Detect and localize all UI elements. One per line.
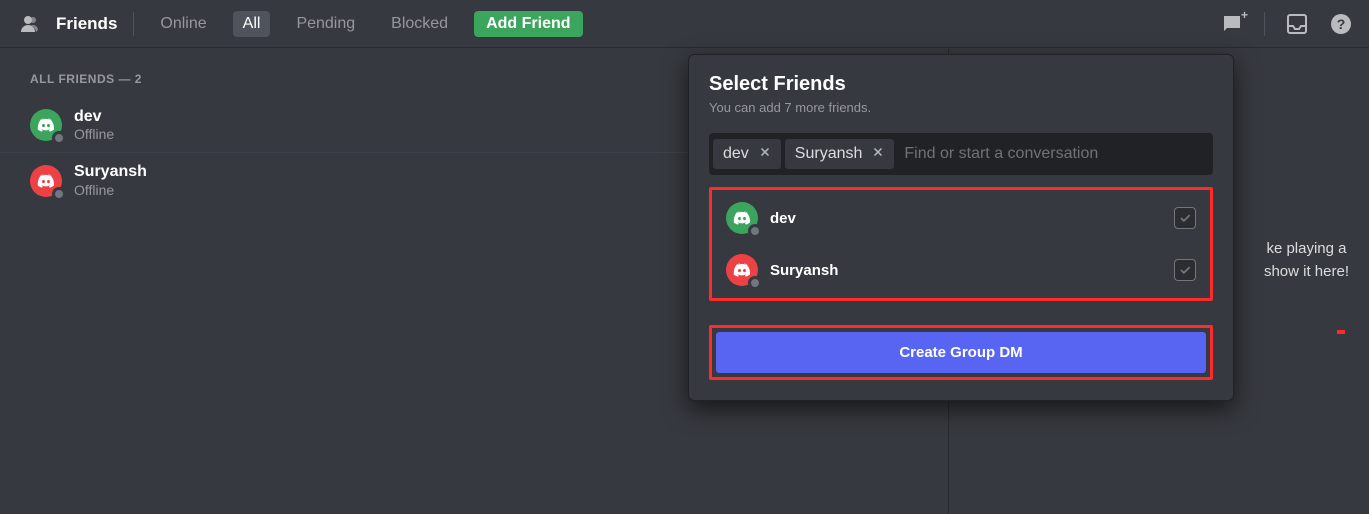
friend-search-bar[interactable]: dev Suryansh xyxy=(709,133,1213,175)
divider xyxy=(1264,12,1265,36)
avatar xyxy=(726,254,758,286)
avatar xyxy=(30,165,62,197)
candidate-name: dev xyxy=(770,210,796,227)
new-group-dm-icon[interactable]: + xyxy=(1220,12,1244,36)
help-icon[interactable]: ? xyxy=(1329,12,1353,36)
selected-chip: Suryansh xyxy=(785,139,895,169)
chip-label: dev xyxy=(723,145,749,163)
candidate-name: Suryansh xyxy=(770,262,838,279)
popout-title: Select Friends xyxy=(709,73,1213,96)
avatar xyxy=(726,202,758,234)
friend-name: dev xyxy=(74,108,114,126)
page-title: Friends xyxy=(56,14,117,34)
candidate-list: dev Suryansh xyxy=(709,187,1213,301)
friend-search-input[interactable] xyxy=(898,141,1209,167)
friend-status: Offline xyxy=(74,182,147,198)
friend-info: dev Offline xyxy=(74,108,114,142)
create-group-dm-button[interactable]: Create Group DM xyxy=(716,332,1206,373)
status-offline-icon xyxy=(52,187,66,201)
annotation-mark xyxy=(1337,330,1345,334)
add-friend-button[interactable]: Add Friend xyxy=(474,11,582,37)
status-offline-icon xyxy=(52,131,66,145)
candidate-row[interactable]: Suryansh xyxy=(714,244,1208,296)
chip-label: Suryansh xyxy=(795,145,863,163)
avatar xyxy=(30,109,62,141)
tab-all[interactable]: All xyxy=(233,11,271,37)
toolbar-right: + ? xyxy=(1220,12,1353,36)
popout-subtitle: You can add 7 more friends. xyxy=(709,100,1213,115)
status-offline-icon xyxy=(748,224,762,238)
activity-hint-line: show it here! xyxy=(1264,261,1349,284)
friend-info: Suryansh Offline xyxy=(74,163,147,197)
candidate-checkbox[interactable] xyxy=(1174,259,1196,281)
svg-text:?: ? xyxy=(1337,16,1346,32)
tab-pending[interactable]: Pending xyxy=(286,11,365,37)
friends-icon xyxy=(16,12,40,36)
tab-online[interactable]: Online xyxy=(150,11,216,37)
activity-hint-line: ke playing a xyxy=(1264,238,1349,261)
friend-name: Suryansh xyxy=(74,163,147,181)
tab-blocked[interactable]: Blocked xyxy=(381,11,458,37)
toolbar-left: Friends Online All Pending Blocked Add F… xyxy=(16,11,583,37)
inbox-icon[interactable] xyxy=(1285,12,1309,36)
chip-remove-icon[interactable] xyxy=(872,145,884,163)
activity-hint: ke playing a show it here! xyxy=(1264,238,1349,283)
divider xyxy=(133,12,134,36)
selected-chip: dev xyxy=(713,139,781,169)
friend-status: Offline xyxy=(74,126,114,142)
top-toolbar: Friends Online All Pending Blocked Add F… xyxy=(0,0,1369,48)
chip-remove-icon[interactable] xyxy=(759,145,771,163)
candidate-checkbox[interactable] xyxy=(1174,207,1196,229)
create-button-highlight: Create Group DM xyxy=(709,325,1213,380)
status-offline-icon xyxy=(748,276,762,290)
select-friends-popout: Select Friends You can add 7 more friend… xyxy=(688,54,1234,401)
candidate-row[interactable]: dev xyxy=(714,192,1208,244)
